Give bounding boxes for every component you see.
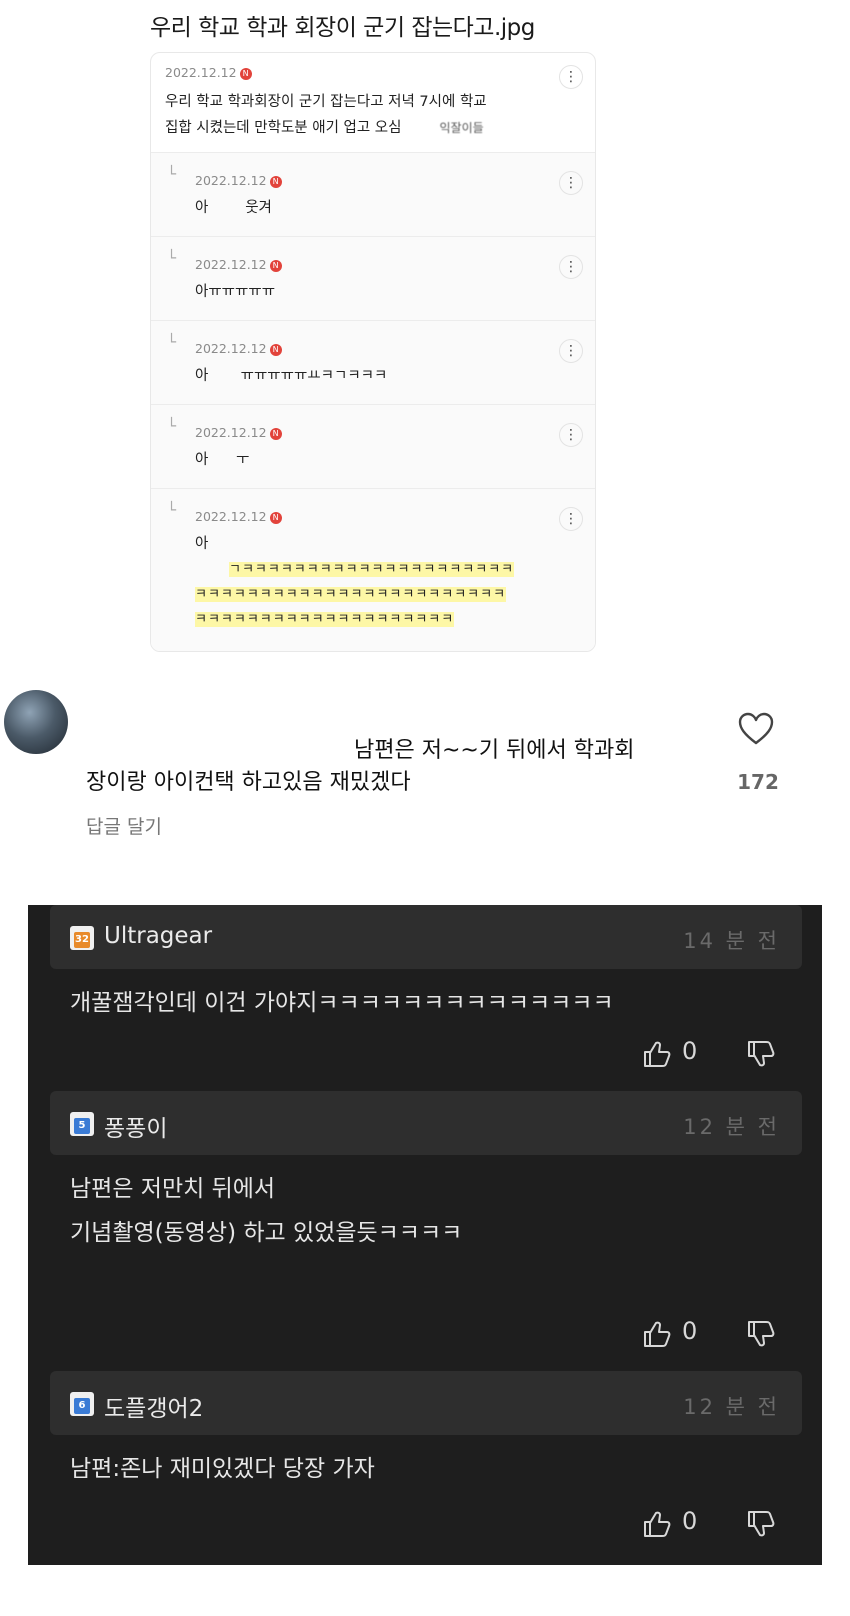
- reply-arrow-icon: └: [167, 165, 177, 183]
- comment-panel: 32 Ultragear 14 분 전 개꿀잼각인데 이건 가야지ㅋㅋㅋㅋㅋㅋㅋ…: [28, 905, 822, 1565]
- reply-arrow-icon: └: [167, 333, 177, 351]
- vote-controls: 0: [642, 1505, 782, 1545]
- username[interactable]: 도플갱어2: [104, 1389, 203, 1423]
- main-post: 2022.12.12 N ⋮ 우리 학교 학과회장이 군기 잡는다고 저녁 7시에…: [151, 53, 595, 153]
- reply-item: └ 2022.12.12 N ⋮ 아 웃겨: [151, 153, 595, 237]
- comment-header: 6 도플갱어2 12 분 전: [50, 1371, 802, 1435]
- more-options-icon[interactable]: ⋮: [559, 507, 583, 531]
- highlighted-reply-text: ㄱㅋㅋㅋㅋㅋㅋㅋㅋㅋㅋㅋㅋㅋㅋㅋㅋㅋㅋㅋㅋㅋ ㅋㅋㅋㅋㅋㅋㅋㅋㅋㅋㅋㅋㅋㅋㅋㅋㅋ…: [195, 562, 515, 627]
- level-badge-icon: 6: [70, 1392, 94, 1416]
- comment-text: 남편은 저~~기 뒤에서 학과회 장이랑 아이컨택 하고있음 재밌겠다: [86, 738, 635, 795]
- new-badge-icon: N: [269, 512, 282, 524]
- reply-text: 아 ㅠㅠㅠㅠㅠㅛㅋㄱㅋㅋㅋ: [195, 368, 388, 384]
- username[interactable]: Ultragear: [104, 923, 212, 949]
- thumbs-up-icon[interactable]: [642, 1319, 672, 1349]
- comment-body: 남편:존나 재미있겠다 당장 가자: [70, 1456, 375, 1482]
- reply-text: 아: [195, 536, 209, 552]
- reply-button[interactable]: 답글 달기: [86, 812, 162, 839]
- username[interactable]: 퐁퐁이: [104, 1109, 167, 1143]
- reply-date: 2022.12.12 N: [195, 341, 282, 356]
- reply-item: └ 2022.12.12 N ⋮ 아 ㅠㅠㅠㅠㅠㅛㅋㄱㅋㅋㅋ: [151, 321, 595, 405]
- reply-arrow-icon: └: [167, 501, 177, 519]
- new-badge-icon: N: [269, 428, 282, 440]
- post-title: 우리 학교 학과 회장이 군기 잡는다고.jpg: [150, 15, 535, 41]
- new-badge-icon: N: [269, 176, 282, 188]
- reply-date: 2022.12.12 N: [195, 173, 282, 188]
- more-options-icon[interactable]: ⋮: [559, 423, 583, 447]
- more-options-icon[interactable]: ⋮: [559, 255, 583, 279]
- vote-controls: 0: [642, 1315, 782, 1355]
- more-options-icon[interactable]: ⋮: [559, 171, 583, 195]
- level-badge-icon: 32: [70, 926, 94, 950]
- reply-arrow-icon: └: [167, 417, 177, 435]
- post-body: 우리 학교 학과회장이 군기 잡는다고 저녁 7시에 학교 집합 시켰는데 만학…: [165, 94, 487, 136]
- new-badge-icon: N: [269, 344, 282, 356]
- comment-body: 남편은 저만치 뒤에서 기념촬영(동영상) 하고 있었을듯ㅋㅋㅋㅋ: [70, 1176, 463, 1246]
- new-badge-icon: N: [239, 68, 252, 80]
- screenshot-card: 2022.12.12 N ⋮ 우리 학교 학과회장이 군기 잡는다고 저녁 7시에…: [150, 52, 596, 652]
- reply-item: └ 2022.12.12 N ⋮ 아ㅠㅠㅠㅠㅠ: [151, 237, 595, 321]
- reply-date: 2022.12.12 N: [195, 509, 282, 524]
- timestamp: 14 분 전: [683, 929, 780, 953]
- reply-text: 아ㅠㅠㅠㅠㅠ: [195, 284, 276, 300]
- reply-date: 2022.12.12 N: [195, 425, 282, 440]
- comment-header: 32 Ultragear 14 분 전: [50, 905, 802, 969]
- reply-text: 아 ㅜ: [195, 452, 250, 468]
- reply-text: 아 웃겨: [195, 200, 272, 216]
- more-options-icon[interactable]: ⋮: [559, 339, 583, 363]
- avatar[interactable]: [4, 690, 68, 754]
- new-badge-icon: N: [269, 260, 282, 272]
- reply-item: └ 2022.12.12 N ⋮ 아 ㄱㅋㅋㅋㅋㅋㅋㅋㅋㅋㅋㅋㅋㅋㅋㅋㅋㅋㅋㅋㅋㅋ…: [151, 489, 595, 651]
- level-badge-icon: 5: [70, 1112, 94, 1136]
- like-count: 0: [682, 1317, 698, 1345]
- comment-header: 5 퐁퐁이 12 분 전: [50, 1091, 802, 1155]
- comment-body: 개꿀잼각인데 이건 가야지ㅋㅋㅋㅋㅋㅋㅋㅋㅋㅋㅋㅋㅋㅋ: [70, 990, 614, 1016]
- thumbs-up-icon[interactable]: [642, 1509, 672, 1539]
- post-date: 2022.12.12 N: [165, 65, 252, 80]
- thumbs-up-icon[interactable]: [642, 1039, 672, 1069]
- like-count: 172: [737, 770, 779, 794]
- reply-date: 2022.12.12 N: [195, 257, 282, 272]
- like-count: 0: [682, 1037, 698, 1065]
- reply-item: └ 2022.12.12 N ⋮ 아 ㅜ: [151, 405, 595, 489]
- timestamp: 12 분 전: [683, 1395, 780, 1419]
- heart-icon[interactable]: [738, 712, 774, 746]
- thumbs-down-icon[interactable]: [746, 1039, 776, 1069]
- timestamp: 12 분 전: [683, 1115, 780, 1139]
- thumbs-down-icon[interactable]: [746, 1509, 776, 1539]
- like-count: 0: [682, 1507, 698, 1535]
- vote-controls: 0: [642, 1035, 782, 1075]
- thumbs-down-icon[interactable]: [746, 1319, 776, 1349]
- reply-arrow-icon: └: [167, 249, 177, 267]
- more-options-icon[interactable]: ⋮: [559, 65, 583, 89]
